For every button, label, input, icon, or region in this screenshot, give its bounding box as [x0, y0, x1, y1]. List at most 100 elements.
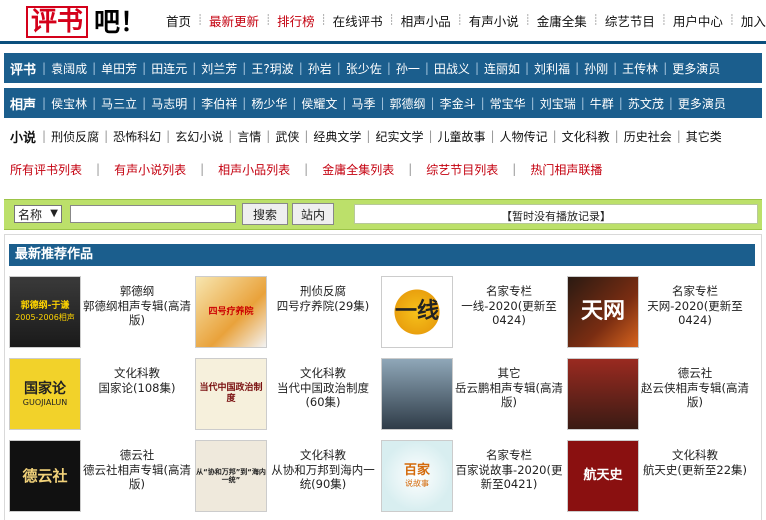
- list-link-4[interactable]: 综艺节目列表: [420, 161, 512, 178]
- xiangsheng-item-6[interactable]: 马季: [346, 95, 380, 112]
- pingshu-item-1[interactable]: 单田芳: [96, 60, 142, 77]
- thumb-guodegang[interactable]: 郭德纲-于谦 2005-2006相声: [9, 276, 81, 348]
- search-input[interactable]: [70, 205, 236, 223]
- xiangsheng-item-8[interactable]: 李金斗: [435, 95, 481, 112]
- work-category[interactable]: 文化科教: [114, 366, 160, 380]
- work-title[interactable]: 百家说故事-2020(更新至0421): [455, 463, 563, 492]
- work-card[interactable]: 德云社 德云社 德云社相声专辑(高清版): [9, 440, 193, 516]
- xiaoshuo-item-5[interactable]: 经典文学: [308, 128, 366, 145]
- work-category[interactable]: 文化科教: [672, 448, 718, 462]
- thumb-zhaoyunxia[interactable]: [567, 358, 639, 430]
- work-title[interactable]: 航天史(更新至22集): [641, 463, 749, 478]
- xiangsheng-item-4[interactable]: 杨少华: [246, 95, 292, 112]
- thumb-yueyunpeng[interactable]: [381, 358, 453, 430]
- pingshu-item-8[interactable]: 田战义: [429, 60, 475, 77]
- pingshu-item-0[interactable]: 袁阔成: [46, 60, 92, 77]
- xiaoshuo-item-2[interactable]: 玄幻小说: [170, 128, 228, 145]
- work-card[interactable]: 从“协和万邦”到“海内一统” 文化科教 从协和万邦到海内一统(90集): [195, 440, 379, 516]
- nav-item-2[interactable]: 排行榜: [271, 11, 321, 30]
- thumb-guojialun[interactable]: 国家论 GUOJIALUN: [9, 358, 81, 430]
- site-logo[interactable]: 评书 吧！: [26, 4, 146, 38]
- work-category[interactable]: 文化科教: [300, 366, 346, 380]
- pingshu-item-9[interactable]: 连丽如: [479, 60, 525, 77]
- work-card[interactable]: 其它 岳云鹏相声专辑(高清版): [381, 358, 565, 434]
- xiaoshuo-item-4[interactable]: 武侠: [270, 128, 304, 145]
- site-search-button[interactable]: 站内: [292, 203, 334, 225]
- thumb-zhengzhi[interactable]: 当代中国政治制度: [195, 358, 267, 430]
- thumb-xiehe[interactable]: 从“协和万邦”到“海内一统”: [195, 440, 267, 512]
- pingshu-item-4[interactable]: 王?玥波: [246, 60, 298, 77]
- work-category[interactable]: 名家专栏: [486, 284, 532, 298]
- pingshu-item-11[interactable]: 孙刚: [579, 60, 613, 77]
- search-button[interactable]: 搜索: [242, 203, 288, 225]
- nav-item-3[interactable]: 在线评书: [327, 11, 389, 30]
- thumb-yixian[interactable]: 一线: [381, 276, 453, 348]
- xiangsheng-item-13[interactable]: 更多演员: [673, 95, 731, 112]
- work-category[interactable]: 文化科教: [300, 448, 346, 462]
- pingshu-item-12[interactable]: 王传林: [617, 60, 663, 77]
- work-card[interactable]: 当代中国政治制度 文化科教 当代中国政治制度(60集): [195, 358, 379, 434]
- xiaoshuo-item-9[interactable]: 文化科教: [557, 128, 615, 145]
- work-card[interactable]: 国家论 GUOJIALUN 文化科教 国家论(108集): [9, 358, 193, 434]
- xiaoshuo-item-10[interactable]: 历史社会: [619, 128, 677, 145]
- work-category[interactable]: 其它: [498, 366, 521, 380]
- work-card[interactable]: 郭德纲-于谦 2005-2006相声 郭德纲 郭德纲相声专辑(高清版): [9, 276, 193, 352]
- nav-item-8[interactable]: 用户中心: [667, 11, 729, 30]
- work-card[interactable]: 德云社 赵云侠相声专辑(高清版): [567, 358, 751, 434]
- list-link-3[interactable]: 金庸全集列表: [316, 161, 408, 178]
- thumb-deyunshe[interactable]: 德云社: [9, 440, 81, 512]
- work-title[interactable]: 当代中国政治制度(60集): [269, 381, 377, 410]
- pingshu-item-13[interactable]: 更多演员: [667, 60, 725, 77]
- work-card[interactable]: 一线 名家专栏 一线-2020(更新至0424): [381, 276, 565, 352]
- pingshu-item-7[interactable]: 孙一: [391, 60, 425, 77]
- work-title[interactable]: 一线-2020(更新至0424): [455, 299, 563, 328]
- nav-item-9[interactable]: 加入收藏: [735, 11, 766, 30]
- work-category[interactable]: 德云社: [120, 448, 155, 462]
- nav-item-1[interactable]: 最新更新: [203, 11, 265, 30]
- xiaoshuo-item-3[interactable]: 言情: [232, 128, 266, 145]
- nav-item-5[interactable]: 有声小说: [463, 11, 525, 30]
- xiangsheng-item-3[interactable]: 李伯祥: [196, 95, 242, 112]
- work-title[interactable]: 岳云鹏相声专辑(高清版): [455, 381, 563, 410]
- xiangsheng-item-0[interactable]: 侯宝林: [46, 95, 92, 112]
- work-title[interactable]: 德云社相声专辑(高清版): [83, 463, 191, 492]
- thumb-baijia[interactable]: 百家 说故事: [381, 440, 453, 512]
- list-link-2[interactable]: 相声小品列表: [212, 161, 304, 178]
- work-title[interactable]: 四号疗养院(29集): [269, 299, 377, 314]
- thumb-tianwang[interactable]: 天网: [567, 276, 639, 348]
- pingshu-item-6[interactable]: 张少佐: [341, 60, 387, 77]
- list-link-5[interactable]: 热门相声联播: [524, 161, 616, 178]
- thumb-hangtian[interactable]: 航天史: [567, 440, 639, 512]
- xiaoshuo-item-0[interactable]: 刑侦反腐: [46, 128, 104, 145]
- work-category[interactable]: 名家专栏: [672, 284, 718, 298]
- xiangsheng-item-12[interactable]: 苏文茂: [623, 95, 669, 112]
- nav-item-4[interactable]: 相声小品: [395, 11, 457, 30]
- xiangsheng-item-9[interactable]: 常宝华: [485, 95, 531, 112]
- work-title[interactable]: 国家论(108集): [83, 381, 191, 396]
- work-category[interactable]: 刑侦反腐: [300, 284, 346, 298]
- xiangsheng-item-5[interactable]: 侯耀文: [296, 95, 342, 112]
- pingshu-item-2[interactable]: 田连元: [146, 60, 192, 77]
- nav-item-7[interactable]: 综艺节目: [599, 11, 661, 30]
- nav-item-0[interactable]: 首页: [160, 11, 197, 30]
- list-link-1[interactable]: 有声小说列表: [108, 161, 200, 178]
- work-card[interactable]: 航天史 文化科教 航天史(更新至22集): [567, 440, 751, 516]
- pingshu-item-5[interactable]: 孙岩: [303, 60, 337, 77]
- work-category[interactable]: 德云社: [678, 366, 713, 380]
- pingshu-item-3[interactable]: 刘兰芳: [196, 60, 242, 77]
- nav-item-6[interactable]: 金庸全集: [531, 11, 593, 30]
- xiangsheng-item-7[interactable]: 郭德纲: [385, 95, 431, 112]
- xiangsheng-item-11[interactable]: 牛群: [585, 95, 619, 112]
- xiaoshuo-item-11[interactable]: 其它类: [681, 128, 727, 145]
- list-link-0[interactable]: 所有评书列表: [4, 161, 96, 178]
- work-card[interactable]: 百家 说故事 名家专栏 百家说故事-2020(更新至0421): [381, 440, 565, 516]
- pingshu-item-10[interactable]: 刘利福: [529, 60, 575, 77]
- work-category[interactable]: 郭德纲: [120, 284, 155, 298]
- work-title[interactable]: 天网-2020(更新至0424): [641, 299, 749, 328]
- xiaoshuo-item-1[interactable]: 恐怖科幻: [108, 128, 166, 145]
- xiangsheng-item-1[interactable]: 马三立: [96, 95, 142, 112]
- xiaoshuo-item-7[interactable]: 儿童故事: [433, 128, 491, 145]
- xiangsheng-item-10[interactable]: 刘宝瑞: [535, 95, 581, 112]
- work-card[interactable]: 天网 名家专栏 天网-2020(更新至0424): [567, 276, 751, 352]
- work-title[interactable]: 赵云侠相声专辑(高清版): [641, 381, 749, 410]
